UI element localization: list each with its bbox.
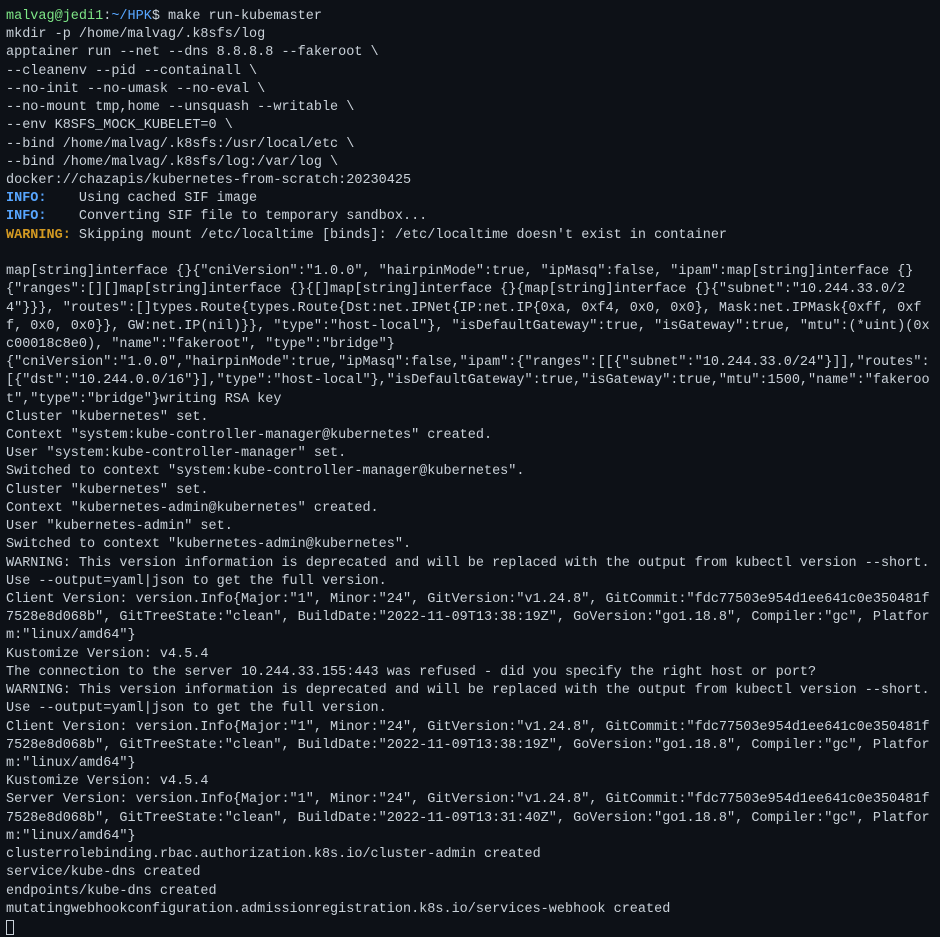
output-line: Cluster "kubernetes" set. (6, 410, 209, 425)
command-text: make run-kubemaster (168, 9, 322, 24)
output-line: {"cniVersion":"1.0.0","hairpinMode":true… (6, 355, 930, 406)
info-message: Using cached SIF image (71, 191, 257, 206)
output-line: mkdir -p /home/malvag/.k8sfs/log (6, 27, 265, 42)
output-line: endpoints/kube-dns created (6, 884, 217, 899)
output-line: Kustomize Version: v4.5.4 (6, 774, 209, 789)
output-line: map[string]interface {}{"cniVersion":"1.… (6, 264, 930, 352)
output-line: Switched to context "kubernetes-admin@ku… (6, 537, 411, 552)
output-line: Client Version: version.Info{Major:"1", … (6, 720, 930, 771)
cursor (6, 920, 14, 935)
output-line: --env K8SFS_MOCK_KUBELET=0 \ (6, 118, 233, 133)
output-line: Context "system:kube-controller-manager@… (6, 428, 492, 443)
output-line: Kustomize Version: v4.5.4 (6, 647, 209, 662)
prompt-user: malvag@jedi1 (6, 9, 103, 24)
info-label: INFO: (6, 191, 71, 206)
prompt-dollar: $ (152, 9, 168, 24)
output-line: service/kube-dns created (6, 865, 200, 880)
output-line: apptainer run --net --dns 8.8.8.8 --fake… (6, 45, 379, 60)
output-line: User "kubernetes-admin" set. (6, 519, 233, 534)
output-line: --no-init --no-umask --no-eval \ (6, 82, 265, 97)
output-line: Switched to context "system:kube-control… (6, 464, 524, 479)
warning-label: WARNING: (6, 228, 71, 243)
output-line: --bind /home/malvag/.k8sfs/log:/var/log … (6, 155, 338, 170)
info-label: INFO: (6, 209, 71, 224)
terminal-output[interactable]: malvag@jedi1:~/HPK$ make run-kubemaster … (6, 8, 934, 937)
output-line: --bind /home/malvag/.k8sfs:/usr/local/et… (6, 137, 354, 152)
output-line: The connection to the server 10.244.33.1… (6, 665, 816, 680)
info-message: Converting SIF file to temporary sandbox… (71, 209, 427, 224)
output-line: WARNING: This version information is dep… (6, 683, 940, 716)
output-line: --no-mount tmp,home --unsquash --writabl… (6, 100, 354, 115)
output-line: --cleanenv --pid --containall \ (6, 64, 257, 79)
output-line: WARNING: This version information is dep… (6, 556, 940, 589)
output-line: Context "kubernetes-admin@kubernetes" cr… (6, 501, 379, 516)
output-line: mutatingwebhookconfiguration.admissionre… (6, 902, 670, 917)
output-line: docker://chazapis/kubernetes-from-scratc… (6, 173, 411, 188)
output-line: User "system:kube-controller-manager" se… (6, 446, 346, 461)
output-line: Server Version: version.Info{Major:"1", … (6, 792, 930, 843)
output-line: Client Version: version.Info{Major:"1", … (6, 592, 930, 643)
warning-message: Skipping mount /etc/localtime [binds]: /… (71, 228, 727, 243)
prompt-path: ~/HPK (111, 9, 152, 24)
output-line: clusterrolebinding.rbac.authorization.k8… (6, 847, 541, 862)
output-line: Cluster "kubernetes" set. (6, 483, 209, 498)
